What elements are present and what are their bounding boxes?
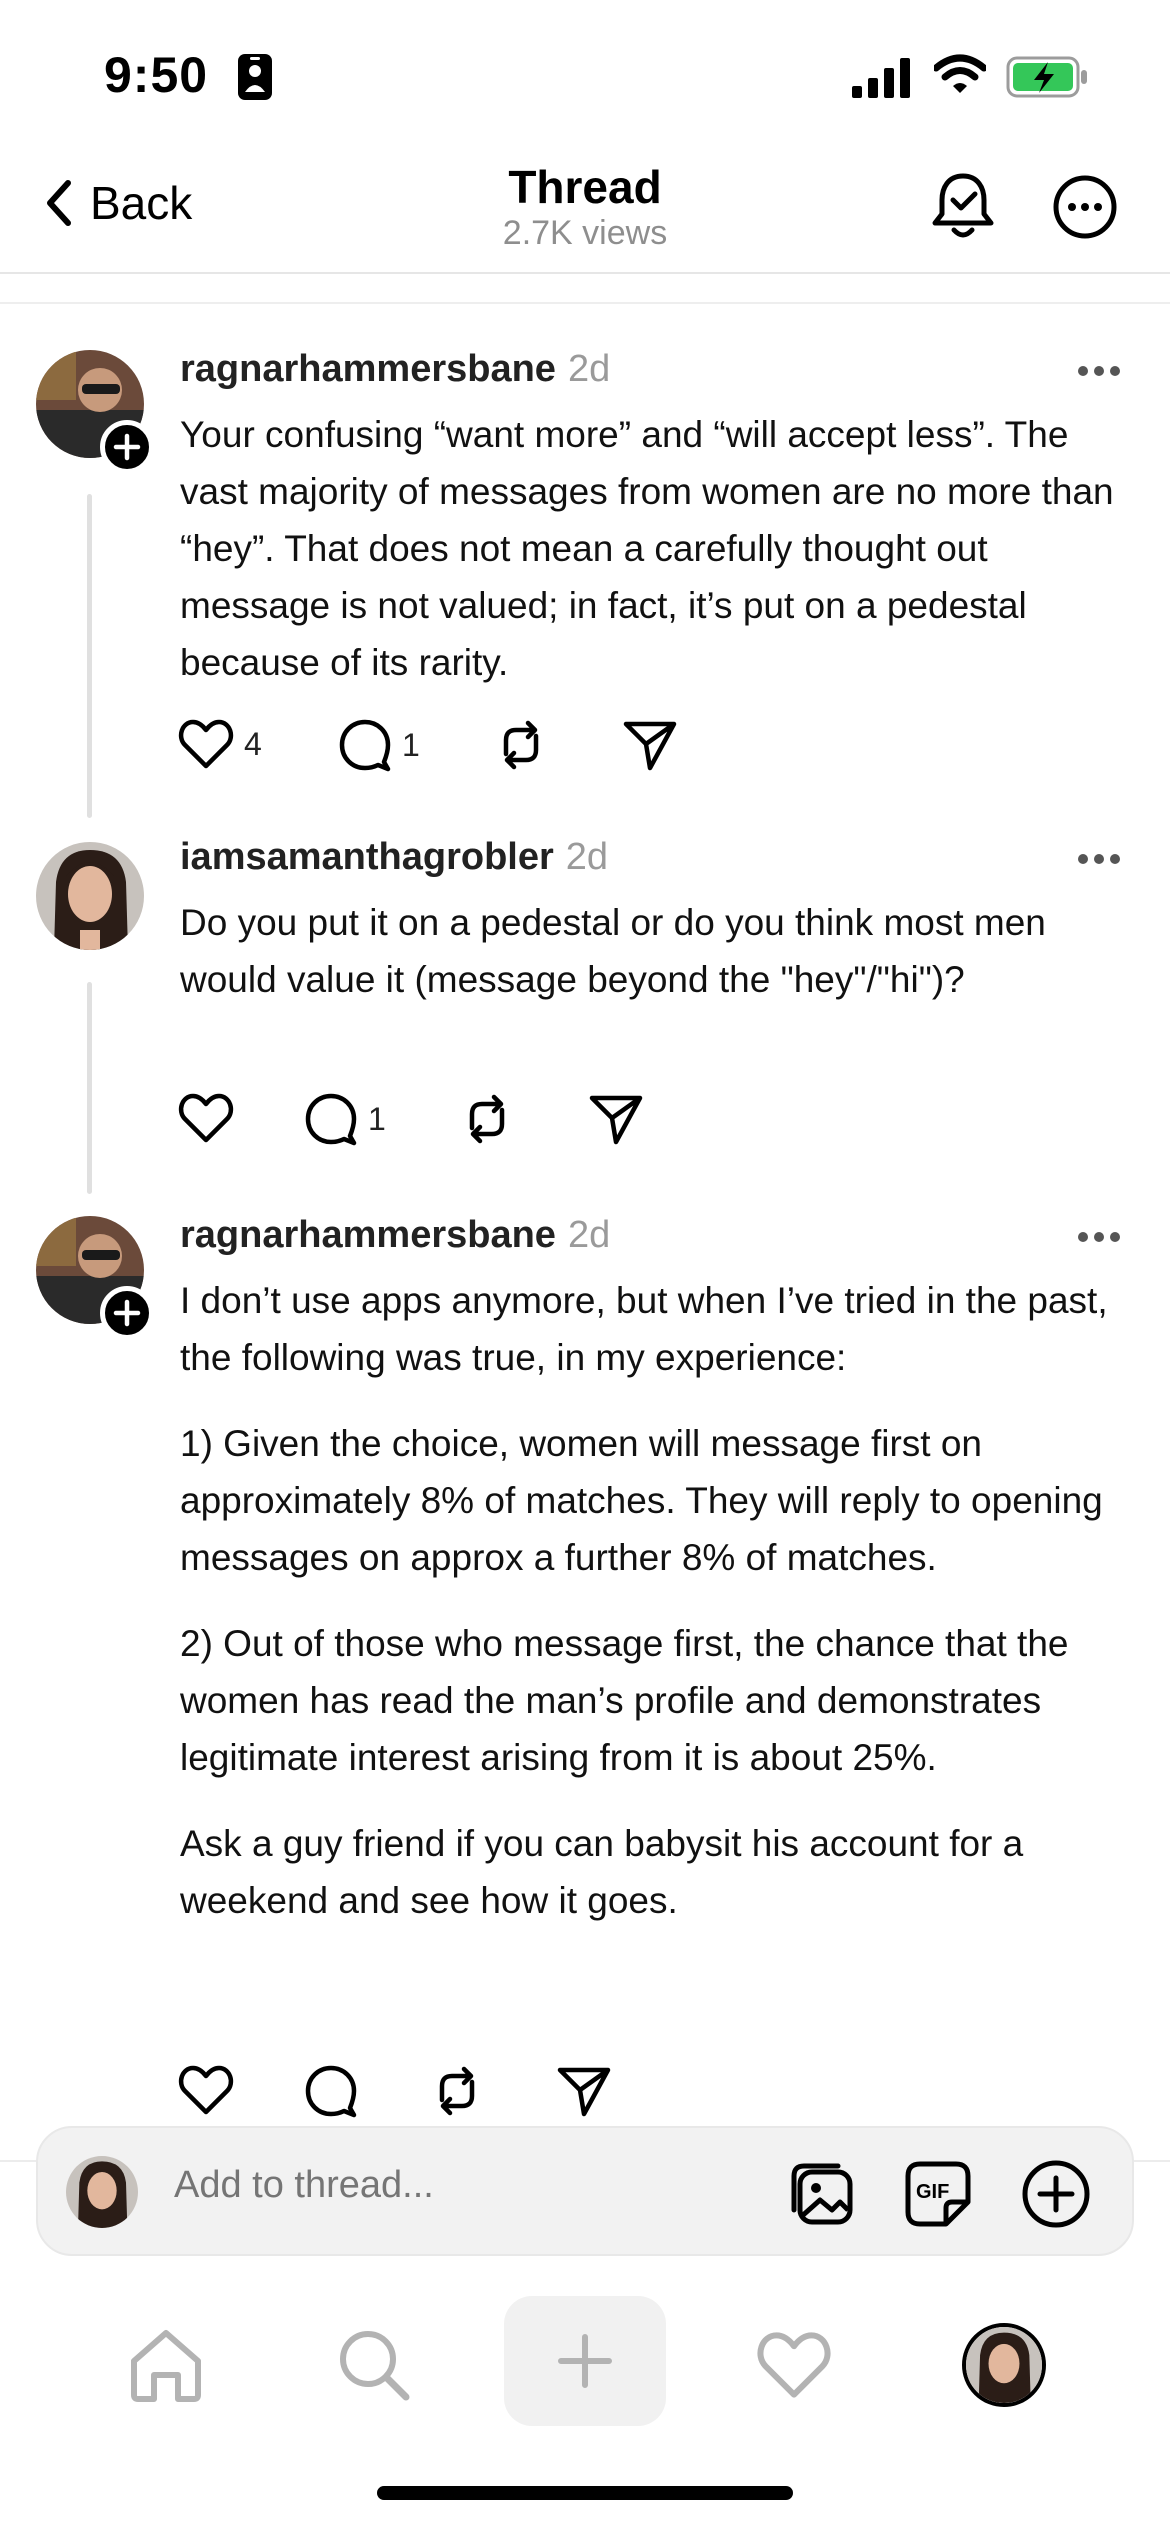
tab-home[interactable]	[86, 2290, 246, 2440]
status-time: 9:50	[104, 47, 209, 103]
more-options-icon[interactable]	[1052, 174, 1118, 240]
heart-icon	[178, 719, 234, 769]
post-body: Your confusing “want more” and “will acc…	[180, 406, 1140, 691]
repost-button[interactable]	[494, 718, 548, 772]
like-button[interactable]	[178, 1092, 244, 1144]
nav-header: Back Thread 2.7K views	[0, 150, 1170, 274]
home-icon	[131, 2330, 201, 2402]
add-circle-icon[interactable]	[1020, 2158, 1092, 2230]
header-divider	[0, 302, 1170, 304]
send-icon	[623, 721, 677, 771]
back-label: Back	[90, 177, 193, 229]
post-body: I don’t use apps anymore, but when I’ve …	[180, 1272, 1140, 1929]
share-button[interactable]	[622, 718, 678, 772]
share-button[interactable]	[556, 2064, 612, 2118]
post-paragraph: Do you put it on a pedestal or do you th…	[180, 902, 1046, 1000]
reply-count: 1	[402, 726, 420, 763]
avatar[interactable]	[36, 842, 144, 950]
post-username[interactable]: ragnarhammersbane 2d	[180, 348, 610, 391]
post-body: Do you put it on a pedestal or do you th…	[180, 894, 1140, 1008]
username-text[interactable]: ragnarhammersbane	[180, 1214, 556, 1256]
tab-activity[interactable]	[714, 2290, 874, 2440]
activity-heart-icon	[757, 2332, 831, 2398]
post-paragraph: Your confusing “want more” and “will acc…	[180, 414, 1114, 683]
heart-icon	[178, 2065, 234, 2115]
comment-bubble-icon	[339, 719, 391, 772]
post-timestamp: 2d	[565, 836, 609, 878]
reply-count: 1	[368, 1100, 386, 1137]
post-more-icon[interactable]	[1076, 1230, 1122, 1244]
add-to-thread-input[interactable]	[174, 2164, 734, 2207]
reply-button[interactable]: 1	[304, 1092, 386, 1146]
svg-text:GIF: GIF	[916, 2181, 949, 2203]
photo-library-icon[interactable]	[786, 2158, 858, 2230]
back-chevron-icon	[47, 180, 71, 226]
thread-line	[87, 982, 92, 1194]
gif-sticker-icon[interactable]: GIF	[902, 2158, 974, 2230]
like-count: 4	[244, 725, 262, 762]
username-text[interactable]: ragnarhammersbane	[180, 348, 556, 390]
tab-create[interactable]	[504, 2296, 666, 2426]
repost-button[interactable]	[460, 1092, 514, 1146]
follow-plus-icon[interactable]	[100, 420, 154, 474]
status-bar: 9:50	[0, 0, 1170, 150]
post-paragraph: Ask a guy friend if you can babysit his …	[180, 1823, 1024, 1921]
repost-button[interactable]	[430, 2064, 484, 2118]
like-button[interactable]: 4	[178, 718, 262, 770]
repost-icon	[503, 720, 539, 770]
avatar	[66, 2156, 138, 2228]
back-button[interactable]: Back	[44, 176, 192, 230]
profile-avatar	[962, 2323, 1046, 2407]
post-username[interactable]: ragnarhammersbane 2d	[180, 1214, 610, 1257]
wifi-icon	[934, 54, 986, 93]
reply-composer: GIF	[36, 2126, 1134, 2256]
tab-bar	[0, 2290, 1170, 2440]
post-more-icon[interactable]	[1076, 852, 1122, 866]
repost-icon	[469, 1094, 505, 1144]
reply-button[interactable]	[304, 2064, 358, 2118]
post-paragraph: I don’t use apps anymore, but when I’ve …	[180, 1280, 1108, 1378]
send-icon	[589, 1095, 643, 1145]
cellular-signal-icon	[852, 58, 910, 98]
post-paragraph: 1) Given the choice, women will message …	[180, 1423, 1103, 1578]
post-more-icon[interactable]	[1076, 364, 1122, 378]
comment-bubble-icon	[305, 2065, 357, 2118]
comment-bubble-icon	[305, 1093, 357, 1146]
notification-bell-icon[interactable]	[930, 170, 996, 242]
thread-line	[87, 494, 92, 818]
username-text[interactable]: iamsamanthagrobler	[180, 836, 554, 878]
home-indicator[interactable]	[377, 2486, 793, 2500]
post-timestamp: 2d	[567, 348, 611, 390]
heart-icon	[178, 1093, 234, 1143]
tab-profile[interactable]	[924, 2290, 1084, 2440]
share-button[interactable]	[588, 1092, 644, 1146]
battery-charging-icon	[1006, 56, 1087, 98]
post-paragraph: 2) Out of those who message first, the c…	[180, 1623, 1069, 1778]
person-badge-icon	[238, 54, 272, 100]
reply-button[interactable]: 1	[338, 718, 420, 772]
search-icon	[340, 2331, 410, 2401]
follow-plus-icon[interactable]	[100, 1286, 154, 1340]
send-icon	[557, 2067, 611, 2117]
like-button[interactable]	[178, 2064, 234, 2116]
tab-search[interactable]	[294, 2290, 454, 2440]
post-username[interactable]: iamsamanthagrobler 2d	[180, 836, 608, 879]
post-timestamp: 2d	[567, 1214, 611, 1256]
create-plus-icon	[558, 2334, 612, 2388]
repost-icon	[439, 2066, 475, 2116]
